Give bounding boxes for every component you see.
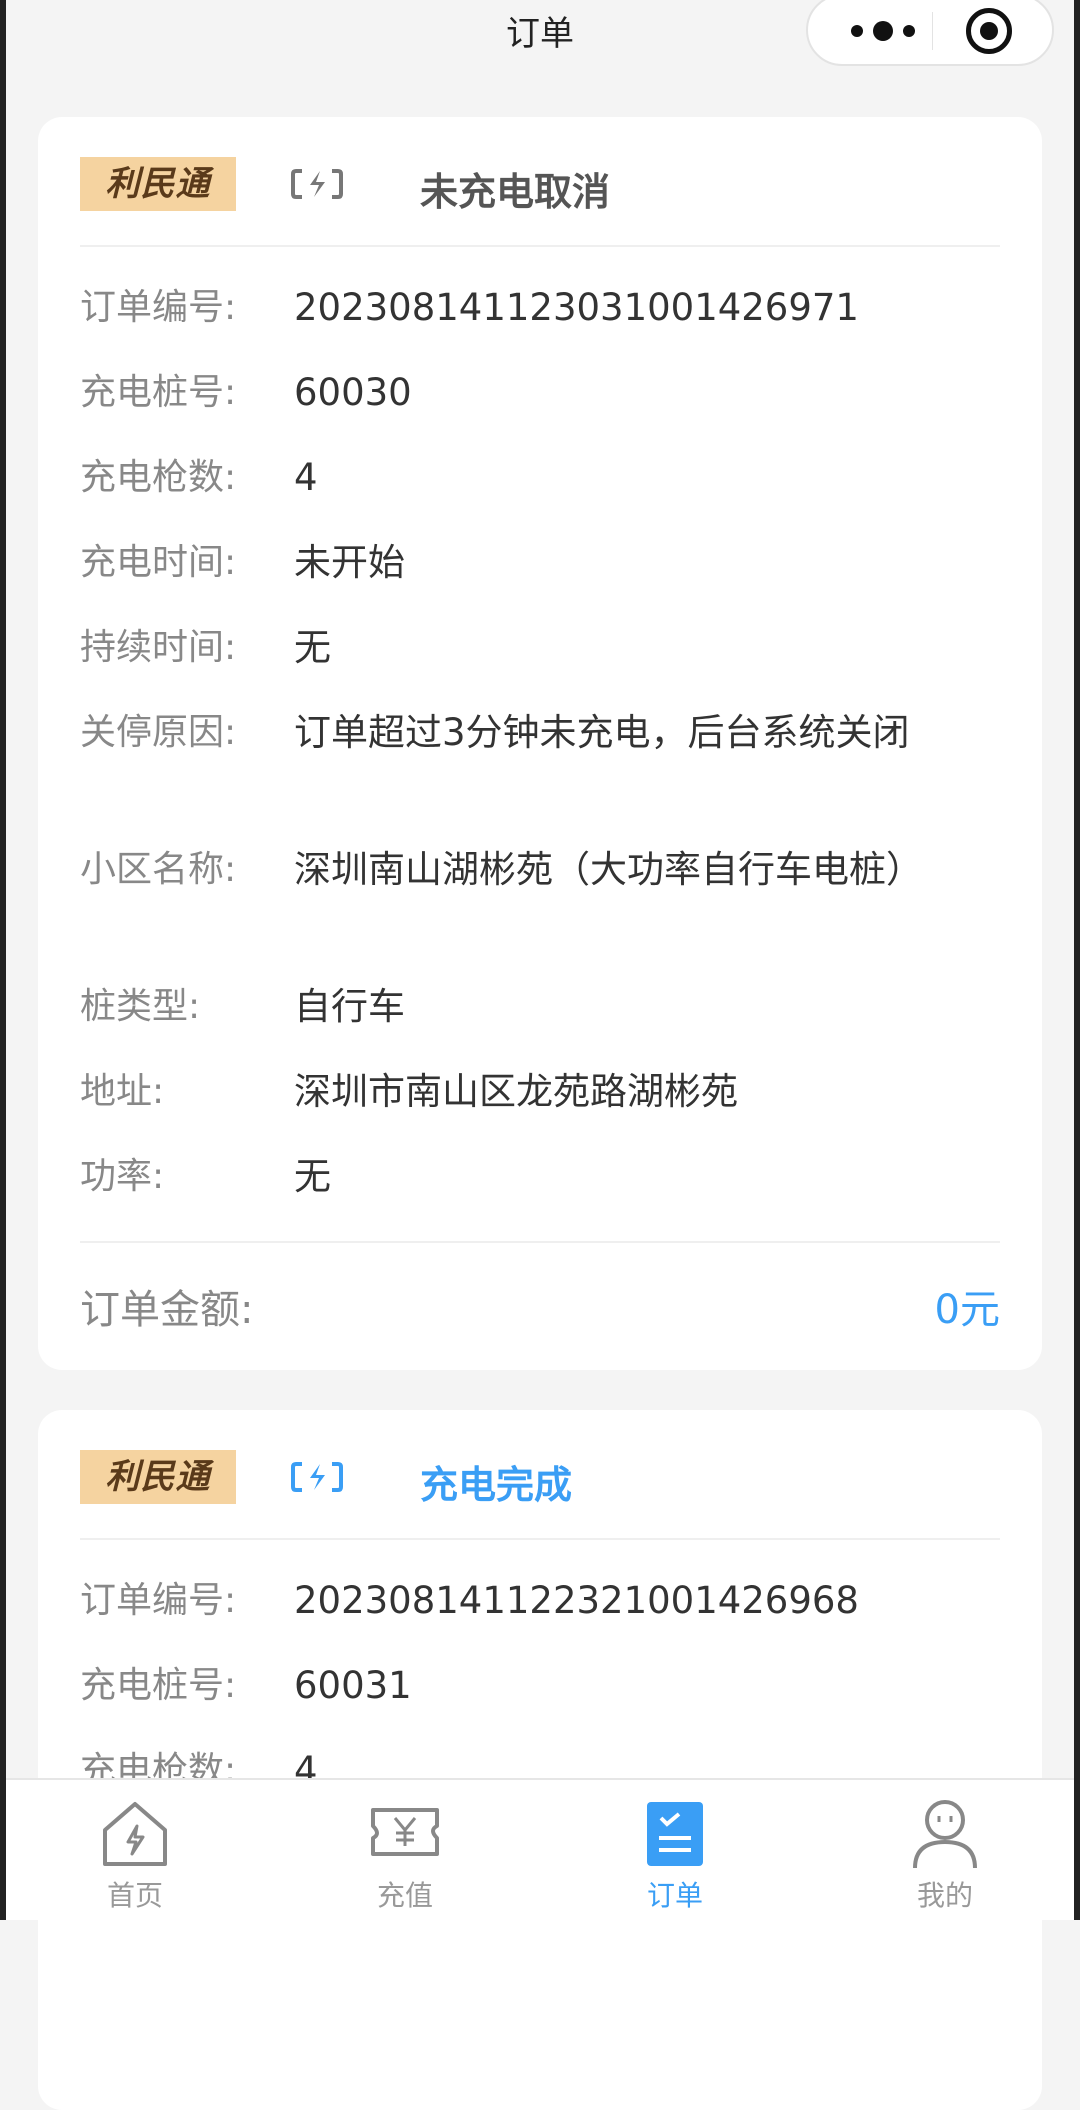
gun-count-label: 充电枪数:: [80, 457, 237, 498]
community-name-value: 深圳南山湖彬苑（大功率自行车电桩）: [294, 848, 923, 891]
charging-status-icon: [291, 1462, 343, 1492]
close-miniprogram-icon[interactable]: [966, 8, 1012, 54]
order-card-header: 利民通 充电完成: [80, 1450, 1000, 1507]
brand-badge: 利民通: [80, 1450, 236, 1504]
divider: [80, 1538, 1000, 1540]
tab-recharge[interactable]: 充值: [270, 1780, 540, 1920]
power-label: 功率:: [80, 1156, 165, 1197]
home-bolt-icon: [103, 1802, 167, 1866]
power-value: 无: [294, 1155, 331, 1198]
charging-status-icon: [291, 169, 343, 199]
community-name-label: 小区名称:: [80, 849, 237, 890]
stop-reason-label: 关停原因:: [80, 712, 237, 753]
address-value: 深圳市南山区龙苑路湖彬苑: [294, 1070, 738, 1113]
tab-orders[interactable]: 订单: [540, 1780, 810, 1920]
order-amount-label: 订单金额:: [80, 1287, 254, 1333]
nav-bar: 订单: [0, 0, 1080, 66]
tab-recharge-label: 充值: [376, 1879, 433, 1912]
divider: [80, 1241, 1000, 1243]
gun-count-value: 4: [294, 456, 318, 499]
tab-home-label: 首页: [106, 1879, 163, 1912]
tab-mine[interactable]: 我的: [810, 1780, 1080, 1920]
address-label: 地址:: [80, 1071, 165, 1112]
more-dots-icon: [851, 25, 863, 37]
brand-badge: 利民通: [80, 157, 236, 211]
order-card-header: 利民通 未充电取消: [80, 157, 1000, 214]
more-dot-center: [873, 21, 893, 41]
stop-reason-value: 订单超过3分钟未充电，后台系统关闭: [294, 711, 910, 754]
more-menu-button[interactable]: [838, 6, 928, 56]
order-amount-value: 0元: [934, 1287, 1000, 1333]
order-number-value: 2023081411230310014269­71: [294, 286, 859, 329]
frame-edge-right: [1074, 0, 1080, 1920]
more-dot-right: [903, 25, 915, 37]
capsule-divider: [932, 12, 933, 50]
tab-orders-label: 订单: [646, 1879, 703, 1912]
pile-number-value: 60031: [294, 1664, 412, 1707]
order-number-value: 2023081411223210014269­68: [294, 1579, 859, 1622]
frame-edge-left: [0, 0, 6, 1920]
user-icon: [913, 1800, 977, 1869]
tab-home[interactable]: 首页: [0, 1780, 270, 1920]
miniprogram-capsule: [806, 0, 1054, 66]
charge-time-value: 未开始: [294, 541, 405, 584]
yuan-ticket-icon: [371, 1808, 439, 1856]
pile-number-label: 充电桩号:: [80, 1665, 237, 1706]
order-number-label: 订单编号:: [80, 1580, 237, 1621]
duration-value: 无: [294, 626, 331, 669]
pile-type-value: 自行车: [294, 985, 405, 1028]
order-status: 充电完成: [420, 1463, 573, 1507]
duration-label: 持续时间:: [80, 627, 237, 668]
tab-mine-label: 我的: [916, 1879, 973, 1912]
bottom-tab-bar: 首页 充值 订单 我的: [0, 1778, 1080, 1920]
order-amount-row: 订单金额: 0元: [80, 1277, 1000, 1333]
order-card[interactable]: 利民通 未充电取消 订单编号: 2023081411230310014269­7…: [38, 117, 1042, 1370]
order-number-label: 订单编号:: [80, 287, 237, 328]
charge-time-label: 充电时间:: [80, 542, 237, 583]
order-card[interactable]: 利民通 充电完成 订单编号: 2023081411223210014269­68…: [38, 1410, 1042, 2110]
order-list-icon: [647, 1802, 703, 1866]
pile-number-label: 充电桩号:: [80, 372, 237, 413]
order-status: 未充电取消: [420, 170, 611, 214]
pile-number-value: 60030: [294, 371, 412, 414]
divider: [80, 245, 1000, 247]
pile-type-label: 桩类型:: [80, 986, 201, 1027]
